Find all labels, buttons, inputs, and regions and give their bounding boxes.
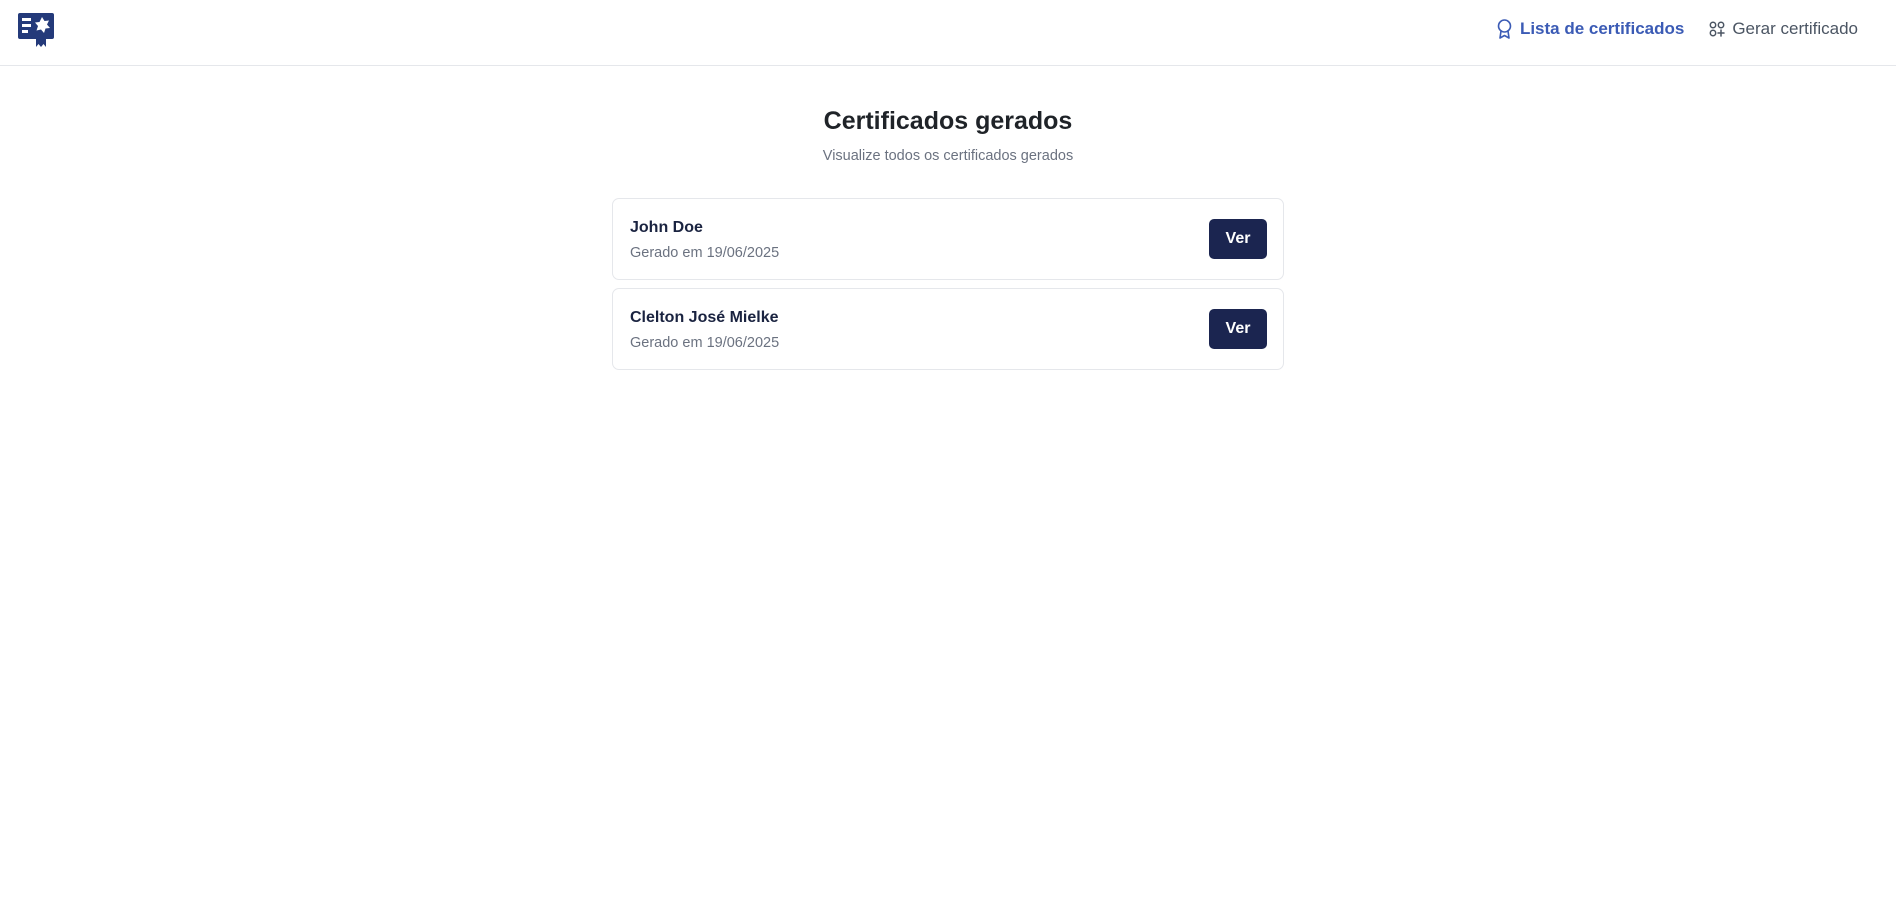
nav-link-label: Gerar certificado: [1732, 19, 1858, 38]
award-ribbon-icon: [1496, 19, 1513, 39]
grid-plus-icon: [1709, 21, 1726, 37]
certificate-card: Clelton José Mielke Gerado em 19/06/2025…: [612, 288, 1284, 370]
main-nav: Lista de certificados Gerar certificado: [1496, 0, 1858, 58]
certificate-badge-icon[interactable]: [18, 13, 54, 47]
nav-gerar-certificado-link[interactable]: Gerar certificado: [1709, 19, 1858, 39]
certificate-date: Gerado em 19/06/2025: [630, 335, 780, 351]
certificate-name: John Doe: [630, 219, 703, 236]
nav-link-label: Lista de certificados: [1519, 19, 1685, 38]
page-title: Certificados gerados: [823, 107, 1073, 135]
view-certificate-button[interactable]: Ver: [1209, 309, 1267, 349]
page-subtitle: Visualize todos os certificados gerados: [822, 148, 1074, 164]
top-navbar: Lista de certificados Gerar certificado: [0, 0, 1896, 66]
nav-lista-certificados-link[interactable]: Lista de certificados: [1496, 19, 1684, 39]
certificate-card: John Doe Gerado em 19/06/2025 Ver: [612, 198, 1284, 280]
view-certificate-button[interactable]: Ver: [1209, 219, 1267, 259]
certificate-list: John Doe Gerado em 19/06/2025 Ver Clelto…: [612, 198, 1284, 378]
certificate-name: Clelton José Mielke: [630, 309, 779, 326]
certificate-date: Gerado em 19/06/2025: [630, 245, 780, 261]
